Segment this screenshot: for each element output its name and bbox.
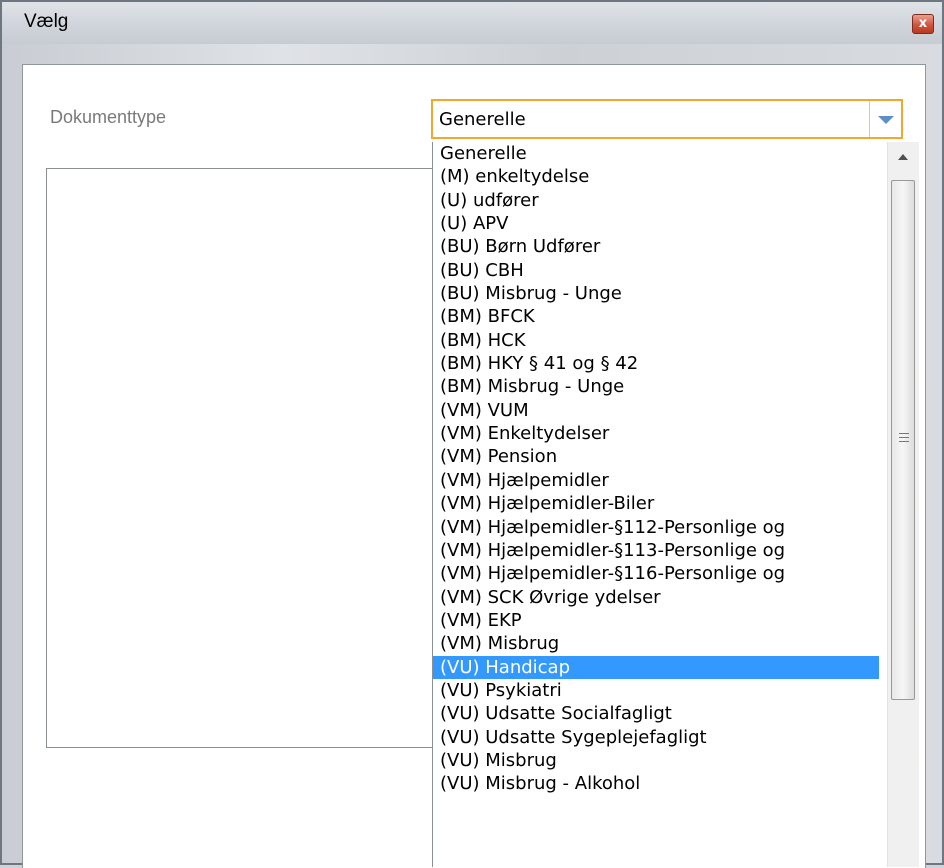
dropdown-option[interactable]: (VU) Psykiatri — [433, 679, 879, 702]
dropdown-option[interactable]: (VM) SCK Øvrige ydelser — [433, 586, 879, 609]
dropdown-scrollbar[interactable] — [887, 142, 919, 867]
dropdown-option[interactable]: (U) udfører — [433, 189, 879, 212]
dropdown-option[interactable]: (VU) Misbrug — [433, 749, 879, 772]
dropdown-option[interactable]: (BM) HCK — [433, 329, 879, 352]
dropdown-option[interactable]: (VM) Hjælpemidler-§116-Personlige og — [433, 562, 879, 585]
dropdown-option[interactable]: (BM) BFCK — [433, 305, 879, 328]
dropdown-option[interactable]: (VM) VUM — [433, 399, 879, 422]
dropdown-option[interactable]: (BU) Misbrug - Unge — [433, 282, 879, 305]
dropdown-option[interactable]: Generelle — [433, 142, 879, 165]
dropdown-option[interactable]: (VM) Pension — [433, 445, 879, 468]
close-button[interactable]: x — [912, 14, 934, 34]
scroll-up-arrow-icon[interactable] — [898, 154, 908, 160]
dropdown-option[interactable]: (VM) Hjælpemidler-Biler — [433, 492, 879, 515]
dropdown-option[interactable]: (VM) Hjælpemidler-§113-Personlige og — [433, 539, 879, 562]
dropdown-option[interactable]: (BU) CBH — [433, 259, 879, 282]
dropdown-option[interactable]: (M) enkeltydelse — [433, 165, 879, 188]
thumb-grip-icon — [899, 433, 909, 434]
dropdown-items: Generelle (M) enkeltydelse (U) udfører (U) … — [433, 142, 919, 796]
dropdown-toggle-button[interactable] — [869, 101, 901, 137]
select-dialog: Vælg x Dokumenttype Generelle Generelle(… — [0, 0, 944, 868]
dropdown-option[interactable]: (BM) HKY § 41 og § 42 — [433, 352, 879, 375]
dropdown-option[interactable]: (VU) Handicap — [433, 655, 879, 679]
dropdown-option[interactable]: (VM) Hjælpemidler — [433, 469, 879, 492]
dropdown-option[interactable]: (VM) EKP — [433, 609, 879, 632]
dialog-title: Vælg — [24, 11, 69, 32]
close-icon: x — [918, 16, 928, 31]
dropdown-option[interactable]: (VM) Hjælpemidler-§112-Personlige og — [433, 516, 879, 539]
document-type-dropdown-list[interactable]: Generelle (M) enkeltydelse (U) udfører (U) … — [432, 142, 919, 867]
dropdown-option[interactable]: (VU) Udsatte Socialfagligt — [433, 702, 879, 725]
document-type-select[interactable]: Generelle — [431, 99, 903, 139]
scrollbar-thumb[interactable] — [891, 180, 915, 700]
title-bar[interactable]: Vælg x — [2, 2, 942, 44]
document-type-selected-value: Generelle — [439, 109, 526, 130]
dropdown-option[interactable]: (VM) Enkeltydelser — [433, 422, 879, 445]
chevron-down-icon — [878, 116, 894, 124]
dropdown-option[interactable]: (VM) Misbrug — [433, 632, 879, 655]
document-type-label: Dokumenttype — [50, 107, 167, 127]
dropdown-option[interactable]: (BU) Børn Udfører — [433, 235, 879, 258]
dropdown-option[interactable]: (VU) Misbrug - Alkohol — [433, 772, 879, 795]
dropdown-option[interactable]: (U) APV — [433, 212, 879, 235]
dropdown-option[interactable]: (VU) Udsatte Sygeplejefagligt — [433, 726, 879, 749]
dropdown-option[interactable]: (BM) Misbrug - Unge — [433, 375, 879, 398]
document-text-area[interactable] — [46, 168, 436, 748]
